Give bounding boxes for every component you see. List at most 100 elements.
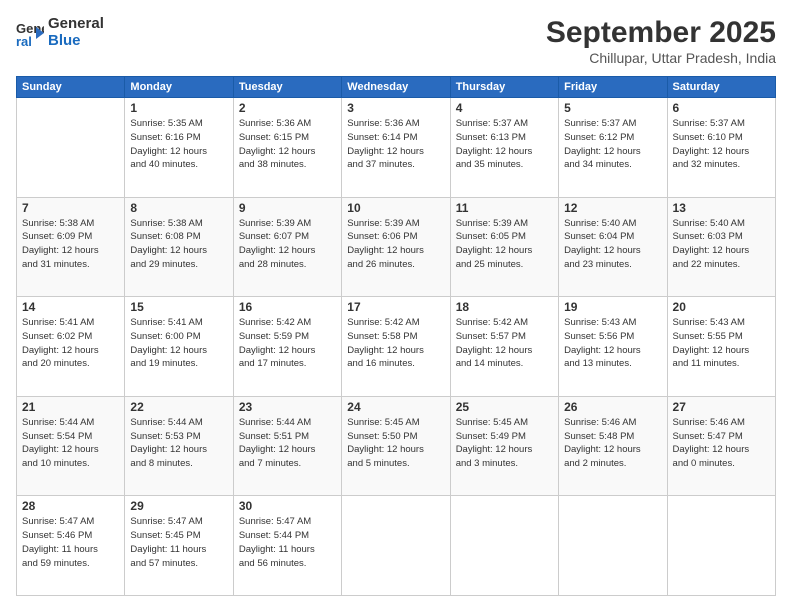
- week-row-1: 1Sunrise: 5:35 AM Sunset: 6:16 PM Daylig…: [17, 98, 776, 198]
- column-header-sunday: Sunday: [17, 77, 125, 98]
- day-number: 1: [130, 101, 227, 115]
- calendar-cell: 6 Sunrise: 5:37 AM Sunset: 6:10 PM Daylig…: [667, 98, 775, 198]
- day-info: Sunrise: 5:38 AM Sunset: 6:08 PM Dayligh…: [130, 217, 227, 272]
- day-number: 13: [673, 201, 770, 215]
- day-info: Sunrise: 5:39 AM Sunset: 6:05 PM Dayligh…: [456, 217, 553, 272]
- calendar-cell: 5 Sunrise: 5:37 AM Sunset: 6:12 PM Daylig…: [559, 98, 667, 198]
- day-info: Sunrise: 5:47 AM Sunset: 5:46 PM Dayligh…: [22, 515, 119, 570]
- calendar-cell: 25 Sunrise: 5:45 AM Sunset: 5:49 PM Dayli…: [450, 396, 558, 496]
- day-number: 20: [673, 300, 770, 314]
- day-number: 4: [456, 101, 553, 115]
- day-number: 28: [22, 499, 119, 513]
- calendar-cell: [559, 496, 667, 596]
- week-row-2: 7 Sunrise: 5:38 AM Sunset: 6:09 PM Daylig…: [17, 197, 776, 297]
- day-info: Sunrise: 5:36 AM Sunset: 6:15 PM Dayligh…: [239, 117, 336, 172]
- calendar-cell: [17, 98, 125, 198]
- logo-blue: Blue: [48, 32, 81, 49]
- calendar-cell: [450, 496, 558, 596]
- svg-text:ral: ral: [16, 34, 32, 47]
- day-number: 7: [22, 201, 119, 215]
- calendar-cell: 16Sunrise: 5:42 AM Sunset: 5:59 PM Dayli…: [233, 297, 341, 397]
- calendar-cell: 1Sunrise: 5:35 AM Sunset: 6:16 PM Daylig…: [125, 98, 233, 198]
- column-header-friday: Friday: [559, 77, 667, 98]
- day-number: 17: [347, 300, 444, 314]
- calendar-cell: 4 Sunrise: 5:37 AM Sunset: 6:13 PM Daylig…: [450, 98, 558, 198]
- day-info: Sunrise: 5:46 AM Sunset: 5:48 PM Dayligh…: [564, 416, 661, 471]
- calendar-cell: 10Sunrise: 5:39 AM Sunset: 6:06 PM Dayli…: [342, 197, 450, 297]
- day-info: Sunrise: 5:44 AM Sunset: 5:54 PM Dayligh…: [22, 416, 119, 471]
- title-block: September 2025 Chillupar, Uttar Pradesh,…: [546, 16, 776, 66]
- day-number: 22: [130, 400, 227, 414]
- header: Gene ral General Blue September 2025 Chi…: [16, 16, 776, 66]
- calendar-cell: 24Sunrise: 5:45 AM Sunset: 5:50 PM Dayli…: [342, 396, 450, 496]
- day-info: Sunrise: 5:43 AM Sunset: 5:55 PM Dayligh…: [673, 316, 770, 371]
- calendar-cell: 12Sunrise: 5:40 AM Sunset: 6:04 PM Dayli…: [559, 197, 667, 297]
- day-info: Sunrise: 5:47 AM Sunset: 5:44 PM Dayligh…: [239, 515, 336, 570]
- calendar-cell: 2 Sunrise: 5:36 AM Sunset: 6:15 PM Daylig…: [233, 98, 341, 198]
- day-number: 12: [564, 201, 661, 215]
- day-number: 10: [347, 201, 444, 215]
- day-number: 9: [239, 201, 336, 215]
- day-info: Sunrise: 5:42 AM Sunset: 5:57 PM Dayligh…: [456, 316, 553, 371]
- day-number: 25: [456, 400, 553, 414]
- calendar-cell: 13 Sunrise: 5:40 AM Sunset: 6:03 PM Dayli…: [667, 197, 775, 297]
- calendar-cell: 29 Sunrise: 5:47 AM Sunset: 5:45 PM Dayli…: [125, 496, 233, 596]
- day-number: 30: [239, 499, 336, 513]
- calendar-cell: 22 Sunrise: 5:44 AM Sunset: 5:53 PM Dayli…: [125, 396, 233, 496]
- day-info: Sunrise: 5:44 AM Sunset: 5:53 PM Dayligh…: [130, 416, 227, 471]
- week-row-5: 28 Sunrise: 5:47 AM Sunset: 5:46 PM Dayli…: [17, 496, 776, 596]
- calendar-cell: 20 Sunrise: 5:43 AM Sunset: 5:55 PM Dayli…: [667, 297, 775, 397]
- day-info: Sunrise: 5:43 AM Sunset: 5:56 PM Dayligh…: [564, 316, 661, 371]
- calendar-cell: [667, 496, 775, 596]
- month-title: September 2025: [546, 16, 776, 50]
- day-info: Sunrise: 5:37 AM Sunset: 6:13 PM Dayligh…: [456, 117, 553, 172]
- day-number: 21: [22, 400, 119, 414]
- day-info: Sunrise: 5:47 AM Sunset: 5:45 PM Dayligh…: [130, 515, 227, 570]
- calendar-cell: 27 Sunrise: 5:46 AM Sunset: 5:47 PM Dayli…: [667, 396, 775, 496]
- calendar-cell: 14 Sunrise: 5:41 AM Sunset: 6:02 PM Dayli…: [17, 297, 125, 397]
- day-number: 8: [130, 201, 227, 215]
- calendar-cell: 23 Sunrise: 5:44 AM Sunset: 5:51 PM Dayli…: [233, 396, 341, 496]
- column-header-saturday: Saturday: [667, 77, 775, 98]
- day-info: Sunrise: 5:39 AM Sunset: 6:07 PM Dayligh…: [239, 217, 336, 272]
- calendar-cell: 8 Sunrise: 5:38 AM Sunset: 6:08 PM Daylig…: [125, 197, 233, 297]
- calendar-cell: 9 Sunrise: 5:39 AM Sunset: 6:07 PM Daylig…: [233, 197, 341, 297]
- calendar-header-row: SundayMondayTuesdayWednesdayThursdayFrid…: [17, 77, 776, 98]
- day-info: Sunrise: 5:41 AM Sunset: 6:02 PM Dayligh…: [22, 316, 119, 371]
- day-info: Sunrise: 5:45 AM Sunset: 5:49 PM Dayligh…: [456, 416, 553, 471]
- calendar-cell: 17Sunrise: 5:42 AM Sunset: 5:58 PM Dayli…: [342, 297, 450, 397]
- day-number: 11: [456, 201, 553, 215]
- day-info: Sunrise: 5:44 AM Sunset: 5:51 PM Dayligh…: [239, 416, 336, 471]
- day-number: 14: [22, 300, 119, 314]
- day-info: Sunrise: 5:40 AM Sunset: 6:03 PM Dayligh…: [673, 217, 770, 272]
- calendar-table: SundayMondayTuesdayWednesdayThursdayFrid…: [16, 76, 776, 596]
- day-info: Sunrise: 5:37 AM Sunset: 6:12 PM Dayligh…: [564, 117, 661, 172]
- calendar-cell: 15Sunrise: 5:41 AM Sunset: 6:00 PM Dayli…: [125, 297, 233, 397]
- week-row-4: 21 Sunrise: 5:44 AM Sunset: 5:54 PM Dayli…: [17, 396, 776, 496]
- logo-icon: Gene ral: [16, 19, 44, 47]
- calendar-cell: 7 Sunrise: 5:38 AM Sunset: 6:09 PM Daylig…: [17, 197, 125, 297]
- calendar-cell: [342, 496, 450, 596]
- calendar-cell: 18 Sunrise: 5:42 AM Sunset: 5:57 PM Dayli…: [450, 297, 558, 397]
- day-number: 29: [130, 499, 227, 513]
- day-info: Sunrise: 5:37 AM Sunset: 6:10 PM Dayligh…: [673, 117, 770, 172]
- day-number: 6: [673, 101, 770, 115]
- day-info: Sunrise: 5:46 AM Sunset: 5:47 PM Dayligh…: [673, 416, 770, 471]
- logo: Gene ral General Blue: [16, 16, 104, 49]
- day-number: 3: [347, 101, 444, 115]
- day-number: 27: [673, 400, 770, 414]
- day-info: Sunrise: 5:38 AM Sunset: 6:09 PM Dayligh…: [22, 217, 119, 272]
- location: Chillupar, Uttar Pradesh, India: [546, 50, 776, 66]
- calendar-cell: 21 Sunrise: 5:44 AM Sunset: 5:54 PM Dayli…: [17, 396, 125, 496]
- day-info: Sunrise: 5:36 AM Sunset: 6:14 PM Dayligh…: [347, 117, 444, 172]
- day-number: 2: [239, 101, 336, 115]
- day-number: 26: [564, 400, 661, 414]
- column-header-thursday: Thursday: [450, 77, 558, 98]
- day-info: Sunrise: 5:42 AM Sunset: 5:59 PM Dayligh…: [239, 316, 336, 371]
- column-header-wednesday: Wednesday: [342, 77, 450, 98]
- day-number: 24: [347, 400, 444, 414]
- column-header-monday: Monday: [125, 77, 233, 98]
- day-number: 23: [239, 400, 336, 414]
- day-number: 18: [456, 300, 553, 314]
- day-number: 5: [564, 101, 661, 115]
